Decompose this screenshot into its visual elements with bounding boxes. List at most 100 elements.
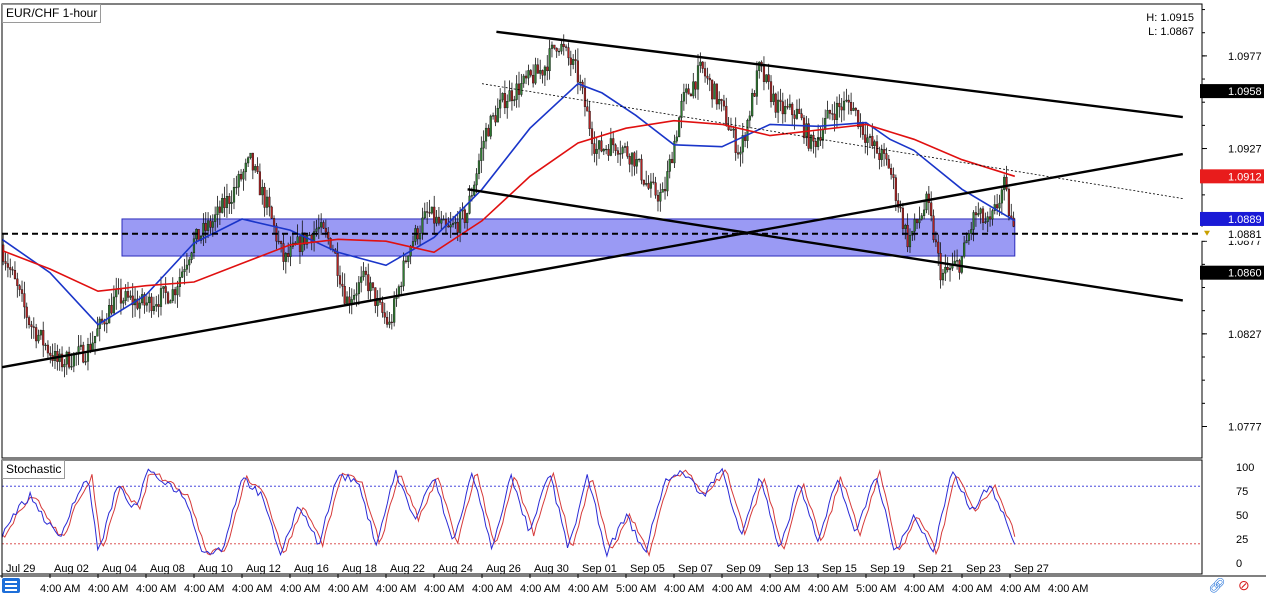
candle-body — [442, 219, 445, 221]
candle-body — [937, 241, 940, 254]
candle-body — [239, 174, 243, 180]
candle-body — [93, 335, 97, 344]
price-label: 1.0889 — [1228, 214, 1262, 226]
candle-body — [948, 267, 952, 271]
candle-body — [515, 83, 518, 100]
candle-body — [583, 87, 587, 107]
candle-body — [800, 113, 803, 119]
candle-body — [2, 244, 5, 262]
x-date-label: Sep 13 — [774, 563, 809, 575]
candle-body — [925, 193, 928, 211]
candle-body — [751, 92, 754, 117]
candle-body — [244, 162, 247, 173]
candle-body — [280, 241, 283, 244]
candle-body — [37, 334, 40, 342]
candle-body — [850, 102, 853, 111]
candle-body — [263, 186, 266, 208]
candle-body — [984, 221, 987, 223]
candle-body — [918, 219, 921, 224]
candle-body — [826, 110, 829, 119]
candle-body — [129, 295, 132, 298]
candle-body — [463, 209, 466, 223]
candle-body — [499, 99, 502, 109]
x-time-label: 4:00 AM — [376, 583, 416, 595]
candle-body — [178, 277, 181, 287]
candle-body — [553, 44, 556, 49]
candle-body — [607, 148, 610, 156]
candle-body — [188, 259, 191, 266]
candle-body — [720, 99, 723, 101]
candle-body — [494, 115, 497, 123]
candle-body — [814, 141, 817, 147]
candle-body — [277, 240, 280, 243]
candle-body — [828, 110, 831, 114]
candle-body — [204, 222, 207, 231]
candle-body — [656, 194, 660, 202]
candle-body — [642, 179, 645, 185]
candle-body — [475, 173, 478, 186]
candle-body — [232, 187, 236, 203]
candle-body — [169, 300, 172, 304]
candle-body — [1003, 176, 1006, 191]
candle-body — [777, 99, 780, 113]
x-time-label: 4:00 AM — [280, 583, 320, 595]
candle-body — [404, 260, 408, 263]
x-date-label: Sep 01 — [582, 563, 617, 575]
candle-body — [270, 206, 273, 219]
candle-body — [845, 99, 848, 102]
candle-body — [689, 93, 693, 97]
candle-body — [126, 291, 130, 298]
candle-body — [685, 88, 688, 93]
candle-body — [1005, 176, 1008, 190]
x-date-label: Aug 16 — [294, 563, 329, 575]
candle-body — [192, 238, 196, 254]
candle-body — [536, 64, 539, 74]
candle-body — [831, 113, 834, 115]
candle-body — [671, 158, 674, 164]
candle-body — [506, 101, 509, 109]
candle-body — [390, 321, 393, 323]
candle-body — [946, 267, 949, 271]
candle-body — [388, 321, 391, 325]
candle-body — [35, 327, 38, 342]
candle-body — [887, 158, 890, 169]
candle-body — [348, 296, 351, 304]
candle-body — [510, 90, 514, 102]
candle-body — [517, 83, 521, 95]
chart-title: EUR/CHF 1-hour — [2, 4, 102, 23]
candle-body — [661, 189, 664, 193]
candle-body — [567, 47, 570, 59]
candle-body — [699, 61, 702, 66]
candle-body — [451, 223, 455, 225]
candle-body — [459, 210, 462, 233]
stochastic-tick-label: 50 — [1236, 510, 1248, 522]
candle-body — [308, 234, 311, 236]
candle-body — [640, 158, 643, 181]
candle-body — [612, 138, 615, 146]
candle-body — [706, 75, 709, 79]
candle-body — [237, 174, 240, 188]
candle-body — [682, 92, 685, 102]
link-icon[interactable]: 🔗︎ — [1208, 577, 1226, 594]
close-icon[interactable]: ⊘ — [1238, 577, 1250, 594]
candle-body — [324, 227, 327, 233]
candle-body — [166, 292, 170, 304]
menu-icon[interactable] — [2, 578, 20, 593]
candle-body — [371, 282, 375, 288]
candle-body — [574, 59, 577, 61]
candle-body — [1000, 189, 1003, 204]
high-label: H: 1.0915 — [1146, 12, 1194, 24]
candle-body — [357, 282, 360, 295]
candle-body — [456, 221, 459, 233]
candle-body — [9, 267, 12, 270]
candle-body — [176, 286, 179, 296]
candle-body — [569, 57, 572, 65]
candle-body — [659, 192, 662, 202]
candle-body — [44, 344, 47, 347]
candle-body — [579, 81, 582, 84]
candle-body — [638, 158, 641, 161]
candle-body — [268, 196, 271, 208]
candle-body — [503, 93, 506, 109]
candle-body — [930, 202, 933, 217]
candle-body — [435, 216, 438, 224]
